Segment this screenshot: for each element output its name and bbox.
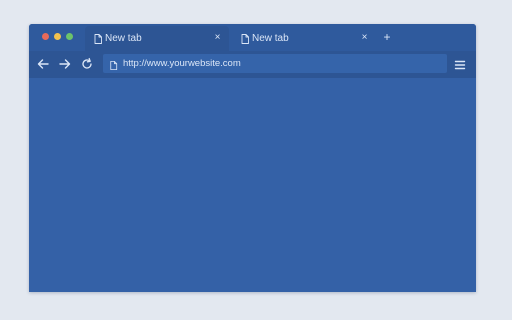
page-icon <box>92 33 104 45</box>
toolbar: http://www.yourwebsite.com <box>29 51 476 78</box>
address-bar[interactable]: http://www.yourwebsite.com <box>103 54 447 73</box>
page-content[interactable] <box>29 78 476 292</box>
tab-close-button[interactable]: × <box>212 32 223 43</box>
page-icon <box>239 33 251 45</box>
tab-close-button[interactable]: × <box>359 32 370 43</box>
browser-window: New tab × New tab × + http://www.yourweb… <box>29 24 476 292</box>
window-close-button[interactable] <box>42 33 49 40</box>
tab-title: New tab <box>252 33 289 44</box>
forward-arrow-icon[interactable] <box>58 57 72 71</box>
url-text[interactable]: http://www.yourwebsite.com <box>123 58 241 69</box>
tab-1[interactable]: New tab × <box>85 26 229 51</box>
window-maximize-button[interactable] <box>66 33 73 40</box>
tab-bar: New tab × New tab × + <box>29 24 476 51</box>
hamburger-menu-icon[interactable] <box>454 58 466 70</box>
back-arrow-icon[interactable] <box>36 57 50 71</box>
reload-icon[interactable] <box>80 57 94 71</box>
tab-title: New tab <box>105 33 142 44</box>
tab-2[interactable]: New tab × <box>232 26 376 51</box>
page-icon <box>108 58 119 71</box>
new-tab-button[interactable]: + <box>380 30 394 44</box>
window-minimize-button[interactable] <box>54 33 61 40</box>
